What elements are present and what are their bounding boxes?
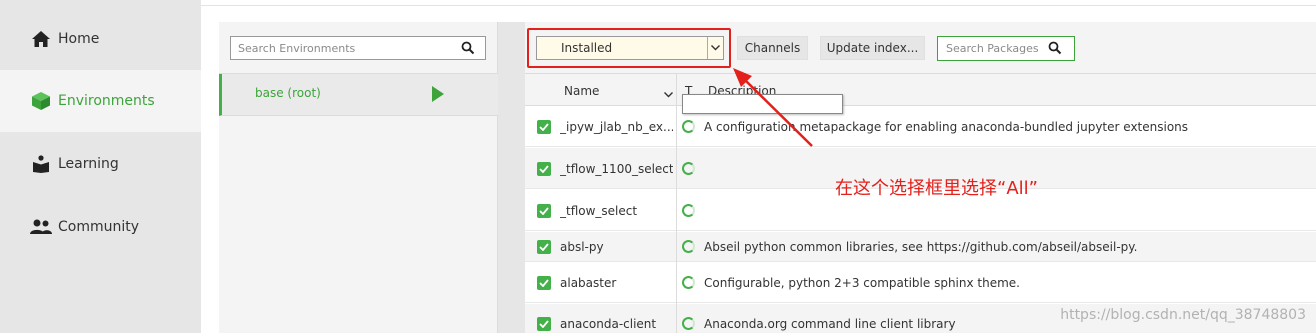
nav-item-label: Learning [58, 156, 119, 172]
annotation-text: 在这个选择框里选择“All” [835, 178, 1038, 199]
package-search-input[interactable] [938, 37, 1046, 60]
status-icon [682, 162, 695, 175]
tooltip-popup [682, 94, 843, 114]
book-icon [30, 153, 52, 175]
channels-button[interactable]: Channels [737, 36, 808, 60]
package-description: Abseil python common libraries, see http… [704, 240, 1138, 254]
package-name: absl-py [560, 240, 604, 254]
anaconda-navigator-window: Home Environments Learning Community Sea… [0, 0, 1316, 333]
package-name: anaconda-client [560, 317, 657, 331]
environment-name: base (root) [255, 86, 321, 100]
status-icon [682, 204, 695, 217]
column-divider [676, 74, 677, 333]
package-checkbox[interactable] [537, 120, 551, 134]
search-icon[interactable] [461, 41, 475, 58]
top-divider [201, 5, 1316, 6]
package-checkbox[interactable] [537, 162, 551, 176]
nav-item-learning[interactable]: Learning [0, 133, 201, 195]
nav-item-community[interactable]: Community [0, 196, 201, 258]
annotation-highlight-box [527, 28, 731, 68]
package-description: A configuration metapackage for enabling… [704, 120, 1189, 134]
package-name: _ipyw_jlab_nb_ex... [560, 120, 673, 134]
panel-splitter[interactable] [498, 22, 525, 333]
environments-panel [219, 22, 498, 333]
sidebar-nav: Home Environments Learning Community [0, 0, 201, 333]
play-icon[interactable] [432, 86, 444, 102]
package-checkbox[interactable] [537, 276, 551, 290]
home-icon [30, 28, 52, 50]
nav-item-label: Environments [58, 93, 155, 109]
nav-item-label: Home [58, 31, 100, 47]
watermark: https://blog.csdn.net/qq_38748803 [1060, 307, 1306, 323]
people-icon [30, 216, 52, 238]
package-table-header [525, 74, 1316, 106]
package-row[interactable]: _ipyw_jlab_nb_ex... A configuration meta… [525, 107, 1316, 147]
nav-item-label: Community [58, 219, 140, 235]
package-description: Configurable, python 2+3 compatible sphi… [704, 276, 1020, 290]
cube-icon [30, 90, 52, 112]
package-name: _tflow_select [560, 204, 638, 218]
package-name: _tflow_1100_select [560, 162, 673, 176]
package-checkbox[interactable] [537, 240, 551, 254]
package-row[interactable]: absl-py Abseil python common libraries, … [525, 232, 1316, 262]
search-icon[interactable] [1048, 41, 1062, 58]
nav-item-environments[interactable]: Environments [0, 70, 201, 132]
chevron-down-icon[interactable] [664, 87, 673, 101]
package-name: alabaster [560, 276, 617, 290]
column-header-name[interactable]: Name [564, 84, 599, 98]
package-checkbox[interactable] [537, 204, 551, 218]
environment-search-field[interactable] [230, 36, 486, 60]
package-description: Anaconda.org command line client library [704, 317, 956, 331]
update-index-button[interactable]: Update index... [820, 36, 925, 60]
environment-search-input[interactable] [231, 37, 451, 59]
environment-item-base[interactable]: base (root) [219, 74, 498, 116]
status-icon [682, 276, 695, 289]
status-icon [682, 120, 695, 133]
package-search-field[interactable] [937, 36, 1075, 61]
nav-item-home[interactable]: Home [0, 8, 201, 70]
package-checkbox[interactable] [537, 317, 551, 331]
package-row[interactable]: alabaster Configurable, python 2+3 compa… [525, 263, 1316, 303]
status-icon [682, 240, 695, 253]
status-icon [682, 317, 695, 330]
